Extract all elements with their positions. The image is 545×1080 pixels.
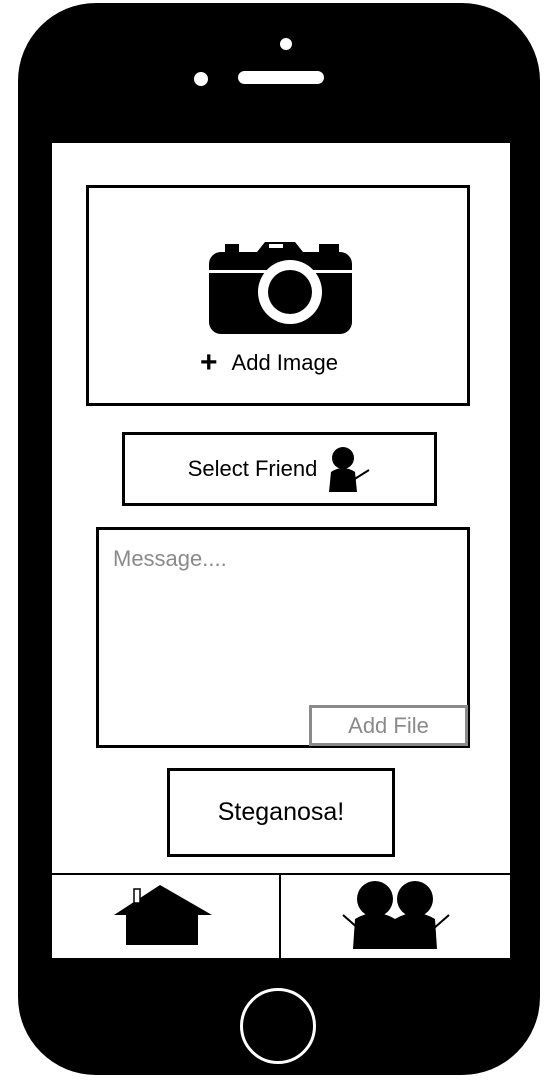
camera-icon (209, 242, 352, 334)
friends-icon (342, 881, 450, 949)
device-home-button[interactable] (240, 988, 316, 1064)
sensor-dot (194, 72, 208, 86)
add-file-button[interactable]: Add File (309, 705, 468, 746)
front-camera (280, 38, 292, 50)
message-box: Add File (96, 527, 470, 748)
select-friend-label: Select Friend (187, 456, 318, 481)
tab-home[interactable] (52, 875, 279, 958)
home-icon (114, 885, 212, 945)
plus-icon: + (200, 346, 218, 379)
message-input[interactable] (113, 546, 453, 686)
tab-friends[interactable] (281, 875, 510, 958)
bottom-tab-bar (52, 873, 510, 960)
add-image-label: Add Image (231, 350, 338, 375)
person-icon (329, 447, 370, 492)
add-image-row[interactable]: + Add Image (200, 348, 338, 378)
steganosa-button[interactable]: Steganosa! (167, 768, 395, 857)
select-friend-button[interactable]: Select Friend (122, 432, 437, 506)
earpiece-speaker (238, 71, 324, 84)
